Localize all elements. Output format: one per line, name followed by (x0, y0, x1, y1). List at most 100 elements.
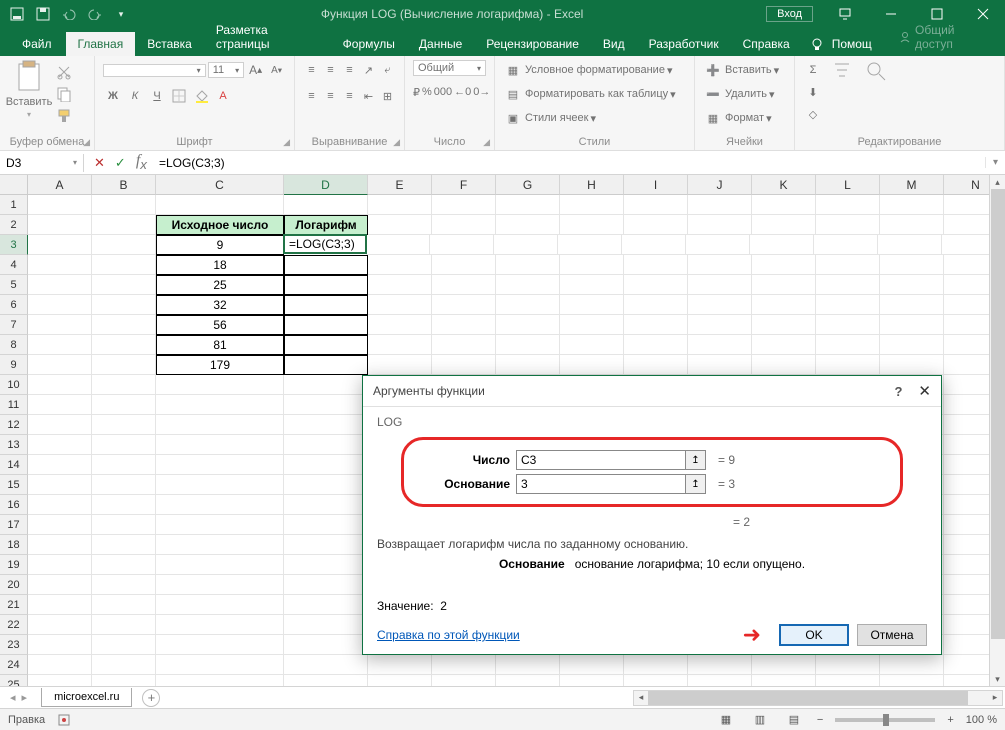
vertical-scrollbar[interactable]: ▴ ▾ (989, 175, 1005, 686)
cell[interactable] (284, 635, 368, 655)
format-as-table-button[interactable]: ▤Форматировать как таблицу ▾ (503, 84, 686, 104)
row-header[interactable]: 23 (0, 635, 28, 655)
row-header[interactable]: 9 (0, 355, 28, 375)
cell[interactable] (752, 275, 816, 295)
font-launcher-icon[interactable]: ◢ (283, 137, 290, 148)
cell[interactable] (880, 675, 944, 686)
row-header[interactable]: 3 (0, 235, 28, 255)
cell[interactable] (688, 255, 752, 275)
cell[interactable]: 81 (156, 335, 284, 355)
cell[interactable] (368, 655, 432, 675)
cell[interactable] (624, 215, 688, 235)
ribbon-options-icon[interactable] (823, 0, 867, 28)
zoom-slider[interactable] (835, 718, 935, 722)
cell[interactable] (688, 275, 752, 295)
cut-icon[interactable] (54, 62, 74, 82)
sheet-next-icon[interactable]: ▸ (22, 691, 28, 704)
cell[interactable] (560, 655, 624, 675)
cell-styles-button[interactable]: ▣Стили ячеек ▾ (503, 108, 686, 128)
cell[interactable] (688, 335, 752, 355)
login-button[interactable]: Вход (766, 6, 813, 22)
cell[interactable] (750, 235, 814, 255)
share-button[interactable]: Общий доступ (884, 18, 1005, 56)
cell[interactable] (156, 415, 284, 435)
cell[interactable] (28, 435, 92, 455)
alignment-launcher-icon[interactable]: ◢ (393, 137, 400, 148)
cell[interactable] (496, 315, 560, 335)
cell[interactable] (432, 295, 496, 315)
qat-dropdown-icon[interactable]: ▾ (110, 3, 132, 25)
cell[interactable]: 32 (156, 295, 284, 315)
merge-icon[interactable]: ⊞ (379, 86, 396, 106)
cell[interactable] (284, 335, 368, 355)
tab-review[interactable]: Рецензирование (474, 32, 591, 56)
cell[interactable] (156, 535, 284, 555)
cell[interactable] (92, 215, 156, 235)
wrap-text-icon[interactable]: ⤶ (379, 60, 396, 80)
cell[interactable] (28, 555, 92, 575)
row-header[interactable]: 25 (0, 675, 28, 686)
cell[interactable] (432, 215, 496, 235)
cell[interactable] (430, 235, 494, 255)
cell[interactable] (816, 255, 880, 275)
cell[interactable] (284, 495, 368, 515)
cell[interactable] (432, 255, 496, 275)
cell[interactable] (156, 395, 284, 415)
cell[interactable] (284, 315, 368, 335)
cell[interactable] (92, 515, 156, 535)
underline-button[interactable]: Ч (147, 86, 167, 106)
cell[interactable] (624, 335, 688, 355)
zoom-out-icon[interactable]: − (817, 714, 823, 726)
cell[interactable] (624, 195, 688, 215)
orientation-icon[interactable]: ↗ (360, 60, 377, 80)
tab-formulas[interactable]: Формулы (331, 32, 407, 56)
cell[interactable] (878, 235, 942, 255)
scroll-up-icon[interactable]: ▴ (990, 175, 1005, 189)
cell[interactable] (28, 575, 92, 595)
cell[interactable] (368, 675, 432, 686)
row-header[interactable]: 4 (0, 255, 28, 275)
cell[interactable] (92, 255, 156, 275)
row-header[interactable]: 15 (0, 475, 28, 495)
cell[interactable] (28, 375, 92, 395)
sheet-prev-icon[interactable]: ◂ (10, 691, 16, 704)
cell[interactable] (28, 675, 92, 686)
cell[interactable] (366, 235, 430, 255)
cell[interactable] (284, 275, 368, 295)
formula-enter-icon[interactable]: ✓ (115, 155, 126, 171)
format-cells-button[interactable]: ▦Формат ▾ (703, 108, 786, 128)
cell[interactable] (752, 675, 816, 686)
cell[interactable] (156, 455, 284, 475)
row-header[interactable]: 13 (0, 435, 28, 455)
cell[interactable] (28, 515, 92, 535)
clipboard-launcher-icon[interactable]: ◢ (83, 137, 90, 148)
tab-view[interactable]: Вид (591, 32, 637, 56)
cell[interactable] (560, 335, 624, 355)
arg1-input[interactable] (517, 451, 685, 469)
col-header[interactable]: D (284, 175, 368, 195)
cell[interactable] (688, 295, 752, 315)
cell[interactable] (752, 335, 816, 355)
cell[interactable] (284, 475, 368, 495)
col-header[interactable]: L (816, 175, 880, 195)
cell[interactable] (752, 195, 816, 215)
cell[interactable] (92, 475, 156, 495)
row-header[interactable]: 14 (0, 455, 28, 475)
cell[interactable] (816, 335, 880, 355)
row-header[interactable]: 10 (0, 375, 28, 395)
row-header[interactable]: 12 (0, 415, 28, 435)
cell[interactable] (816, 275, 880, 295)
cell[interactable] (92, 315, 156, 335)
cell[interactable] (92, 335, 156, 355)
cell[interactable] (28, 215, 92, 235)
cell[interactable] (686, 235, 750, 255)
formula-input[interactable] (155, 154, 985, 172)
cell[interactable] (624, 355, 688, 375)
formula-expand-icon[interactable]: ▾ (985, 157, 1005, 168)
cell[interactable] (816, 295, 880, 315)
tab-insert[interactable]: Вставка (135, 32, 204, 56)
col-header[interactable]: J (688, 175, 752, 195)
cell[interactable] (28, 475, 92, 495)
cell[interactable] (284, 615, 368, 635)
cell[interactable] (156, 615, 284, 635)
